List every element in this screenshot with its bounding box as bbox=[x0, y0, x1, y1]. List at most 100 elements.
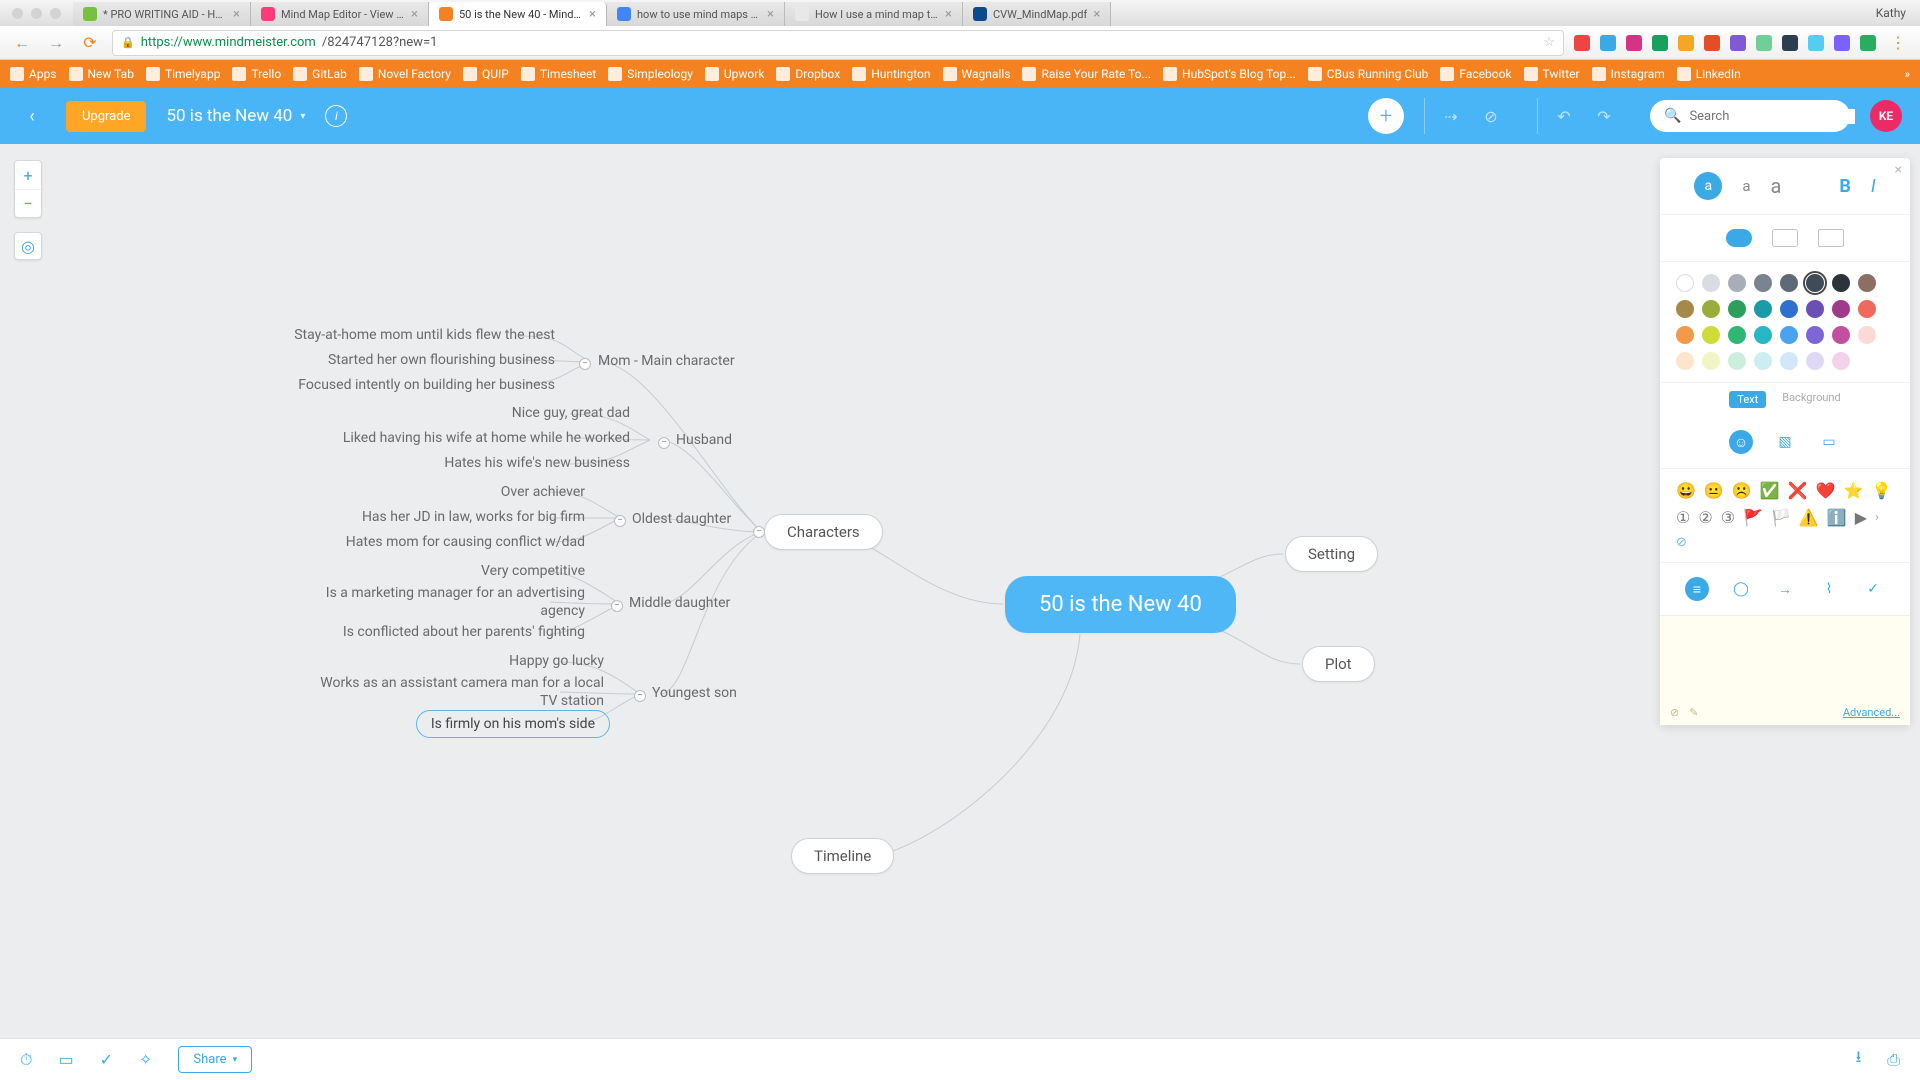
browser-tab[interactable]: 50 is the New 40 - MindMeiste× bbox=[429, 2, 607, 26]
color-swatch[interactable] bbox=[1858, 300, 1876, 318]
close-icon[interactable]: × bbox=[1895, 162, 1902, 178]
node-timeline[interactable]: Timeline bbox=[791, 838, 894, 874]
color-swatch[interactable] bbox=[1702, 300, 1720, 318]
emoji-button[interactable]: 😐 bbox=[1704, 481, 1724, 500]
node-characters[interactable]: Characters bbox=[764, 514, 883, 550]
emoji-button[interactable]: ℹ️ bbox=[1827, 508, 1847, 527]
bookmark-item[interactable]: Huntington bbox=[852, 67, 930, 81]
menu-icon[interactable]: ⋮ bbox=[1886, 33, 1910, 52]
extension-icon[interactable] bbox=[1756, 35, 1772, 51]
note-icon[interactable]: ≡ bbox=[1685, 577, 1709, 601]
app-back-button[interactable]: ‹ bbox=[18, 102, 46, 130]
advanced-link[interactable]: Advanced... bbox=[1843, 706, 1900, 719]
emoji-button[interactable]: ③ bbox=[1721, 508, 1735, 527]
shape-rounded-button[interactable] bbox=[1726, 229, 1752, 247]
close-icon[interactable]: × bbox=[589, 7, 596, 22]
extension-icon[interactable] bbox=[1704, 35, 1720, 51]
notes-area[interactable]: ⊘✎ Advanced... bbox=[1660, 615, 1910, 725]
bookmark-item[interactable]: New Tab bbox=[69, 67, 134, 81]
node-husband[interactable]: Husband bbox=[676, 431, 732, 449]
shape-none-button[interactable] bbox=[1818, 229, 1844, 247]
emoji-button[interactable]: ⭐ bbox=[1844, 481, 1864, 500]
leaf[interactable]: Hates mom for causing conflict w/dad bbox=[346, 533, 585, 551]
color-swatch[interactable] bbox=[1702, 326, 1720, 344]
color-swatch[interactable] bbox=[1806, 274, 1824, 292]
leaf[interactable]: Happy go lucky bbox=[509, 652, 604, 670]
color-swatch[interactable] bbox=[1832, 300, 1850, 318]
search-input[interactable] bbox=[1689, 109, 1855, 124]
attachment-icon[interactable]: ⌇ bbox=[1817, 577, 1841, 601]
emoji-button[interactable]: 💡 bbox=[1871, 481, 1891, 500]
leaf[interactable]: Focused intently on building her busines… bbox=[298, 376, 555, 394]
color-swatch[interactable] bbox=[1728, 274, 1746, 292]
color-swatch[interactable] bbox=[1780, 274, 1798, 292]
close-icon[interactable]: × bbox=[767, 7, 774, 22]
leaf[interactable]: Stay-at-home mom until kids flew the nes… bbox=[294, 326, 555, 344]
clear-note-icon[interactable]: ⊘ bbox=[1670, 706, 1679, 719]
extension-icon[interactable] bbox=[1600, 35, 1616, 51]
browser-tab[interactable]: how to use mind maps for wri× bbox=[607, 2, 785, 26]
browser-tab[interactable]: * PRO WRITING AID - How-To× bbox=[73, 2, 251, 26]
leaf[interactable]: Is a marketing manager for an advertisin… bbox=[315, 584, 585, 620]
toggle-icon[interactable]: − bbox=[611, 600, 623, 612]
toggle-icon[interactable]: − bbox=[753, 526, 765, 538]
extension-icon[interactable] bbox=[1574, 35, 1590, 51]
bookmark-item[interactable]: Twitter bbox=[1524, 67, 1580, 81]
zoom-out-button[interactable]: − bbox=[15, 189, 41, 217]
close-icon[interactable]: × bbox=[233, 7, 240, 22]
bookmark-item[interactable]: LinkedIn bbox=[1677, 67, 1741, 81]
leaf[interactable]: Started her own flourishing business bbox=[328, 351, 555, 369]
color-swatch[interactable] bbox=[1806, 300, 1824, 318]
present-icon[interactable]: ▭ bbox=[58, 1050, 73, 1069]
mindmap-canvas[interactable]: + − ◎ 50 is the New 40 Characters − Sett… bbox=[0, 144, 1920, 1038]
comment-icon[interactable]: ◯ bbox=[1729, 577, 1753, 601]
color-swatch[interactable] bbox=[1832, 352, 1850, 370]
node-youngest[interactable]: Youngest son bbox=[652, 684, 737, 702]
close-icon[interactable] bbox=[12, 8, 23, 19]
emoji-button[interactable]: ❌ bbox=[1788, 481, 1808, 500]
emoji-button[interactable]: ❤️ bbox=[1816, 481, 1836, 500]
color-swatch[interactable] bbox=[1676, 352, 1694, 370]
color-swatch[interactable] bbox=[1676, 300, 1694, 318]
bookmark-item[interactable]: Timesheet bbox=[521, 67, 596, 81]
bookmark-item[interactable]: Instagram bbox=[1592, 67, 1665, 81]
bookmark-item[interactable]: Raise Your Rate To... bbox=[1022, 67, 1151, 81]
bookmark-item[interactable]: HubSpot's Blog Top... bbox=[1163, 67, 1296, 81]
node-oldest[interactable]: Oldest daughter bbox=[632, 510, 731, 528]
color-swatch[interactable] bbox=[1780, 326, 1798, 344]
cancel-icon[interactable]: ⊘ bbox=[1479, 107, 1503, 126]
color-swatch[interactable] bbox=[1806, 326, 1824, 344]
window-controls[interactable] bbox=[0, 8, 73, 19]
emoji-button[interactable]: ✅ bbox=[1760, 481, 1780, 500]
video-icon[interactable]: ▭ bbox=[1817, 430, 1841, 454]
color-swatch[interactable] bbox=[1858, 326, 1876, 344]
toggle-icon[interactable]: − bbox=[658, 437, 670, 449]
leaf[interactable]: Is conflicted about her parents' fightin… bbox=[343, 623, 585, 641]
history-icon[interactable]: ⏱ bbox=[20, 1050, 32, 1070]
download-icon[interactable]: ⭳ bbox=[1856, 1046, 1862, 1073]
color-swatch[interactable] bbox=[1676, 274, 1694, 292]
color-swatch[interactable] bbox=[1702, 352, 1720, 370]
color-swatch[interactable] bbox=[1780, 352, 1798, 370]
browser-tab[interactable]: How I use a mind map to build× bbox=[785, 2, 963, 26]
close-icon[interactable]: × bbox=[411, 7, 418, 22]
forward-icon[interactable]: → bbox=[44, 33, 68, 53]
color-swatch[interactable] bbox=[1780, 300, 1798, 318]
bookmark-item[interactable]: Timelyapp bbox=[146, 67, 220, 81]
map-title-dropdown[interactable]: 50 is the New 40 ▾ bbox=[166, 106, 305, 126]
tasks-icon[interactable]: ✓ bbox=[100, 1050, 113, 1069]
avatar[interactable]: KE bbox=[1870, 100, 1902, 132]
emoji-button[interactable]: ▶ bbox=[1855, 508, 1867, 527]
browser-tab[interactable]: CVW_MindMap.pdf× bbox=[963, 2, 1111, 26]
bookmark-item[interactable]: Simpleology bbox=[608, 67, 693, 81]
color-swatch[interactable] bbox=[1676, 326, 1694, 344]
node-mom[interactable]: Mom - Main character bbox=[598, 352, 735, 370]
leaf[interactable]: Liked having his wife at home while he w… bbox=[343, 429, 630, 447]
leaf[interactable]: Has her JD in law, works for big firm bbox=[362, 508, 585, 526]
redo-icon[interactable]: ↷ bbox=[1592, 107, 1616, 126]
star-icon[interactable]: ☆ bbox=[1543, 35, 1555, 50]
bookmark-item[interactable]: Facebook bbox=[1440, 67, 1511, 81]
emoji-button[interactable]: 🏳️ bbox=[1771, 508, 1791, 527]
bookmark-item[interactable]: CBus Running Club bbox=[1308, 67, 1429, 81]
undo-icon[interactable]: ↶ bbox=[1552, 107, 1576, 126]
